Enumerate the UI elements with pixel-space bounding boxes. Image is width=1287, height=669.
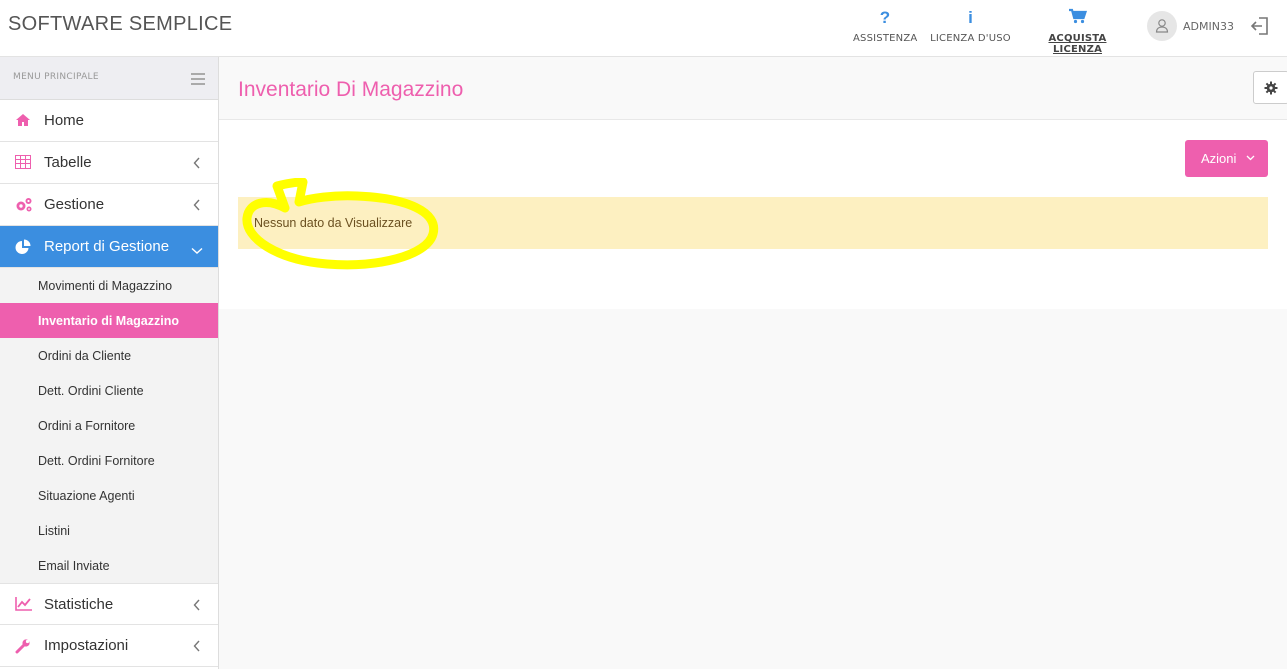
sidebar-item-label: Tabelle [44,154,92,171]
avatar[interactable] [1147,11,1177,41]
content-header: Inventario Di Magazzino [219,57,1287,120]
sidebar-item-label: Statistiche [44,596,114,613]
app-brand[interactable]: SOFTWARE SEMPLICE [8,13,232,36]
nav-acquista-label: ACQUISTA LICENZA [1048,33,1107,55]
nav-assistenza-label: ASSISTENZA [853,33,918,44]
pie-chart-icon [15,239,31,259]
submenu-item-label: Movimenti di Magazzino [38,279,173,293]
submenu-item-ordini-cliente[interactable]: Ordini da Cliente [0,338,218,373]
chevron-left-icon [193,197,201,215]
info-icon: i [968,8,973,27]
line-chart-icon [15,597,33,615]
sidebar-item-gestione[interactable]: Gestione [0,184,218,226]
table-icon [15,155,31,173]
logout-icon[interactable] [1250,16,1270,40]
submenu-item-label: Situazione Agenti [38,489,135,503]
question-icon: ? [879,8,891,27]
sidebar-item-label: Home [44,112,85,129]
sidebar-item-home[interactable]: Home [0,100,218,142]
nav-assistenza[interactable]: ? ASSISTENZA [853,8,917,48]
sidebar-title: MENU PRINCIPALE [13,72,99,82]
chevron-left-icon [193,597,201,615]
home-icon [15,113,31,131]
settings-button[interactable] [1253,71,1287,104]
top-bar: SOFTWARE SEMPLICE ? ASSISTENZA i LICENZA… [0,0,1287,57]
submenu-item-label: Dett. Ordini Cliente [38,384,144,398]
sidebar-item-impostazioni[interactable]: Impostazioni [0,625,218,667]
nav-licenza[interactable]: i LICENZA D'USO [929,8,1012,48]
sidebar-item-label: Report di Gestione [44,238,170,255]
submenu-item-label: Dett. Ordini Fornitore [38,454,155,468]
sidebar: MENU PRINCIPALE Home Tabelle Gestione Re… [0,57,219,669]
nav-acquista-licenza[interactable]: ACQUISTA LICENZA [1024,8,1131,55]
submenu-item-label: Email Inviate [38,559,110,573]
hamburger-icon[interactable] [191,73,205,88]
azioni-dropdown-button[interactable]: Azioni [1185,140,1268,177]
chevron-left-icon [193,155,201,173]
sidebar-header: MENU PRINCIPALE [0,57,218,100]
submenu-item-inventario[interactable]: Inventario di Magazzino [0,303,218,338]
page-title: Inventario Di Magazzino [238,78,464,101]
user-icon [1155,19,1169,33]
wrench-icon [15,638,31,658]
cart-icon [1024,8,1131,28]
chevron-left-icon [193,638,201,656]
sidebar-item-label: Impostazioni [44,637,129,654]
gears-icon [15,197,33,217]
submenu-item-dett-ordini-cliente[interactable]: Dett. Ordini Cliente [0,373,218,408]
empty-data-alert: Nessun dato da Visualizzare [238,197,1268,249]
submenu-item-movimenti[interactable]: Movimenti di Magazzino [0,268,218,303]
submenu-item-label: Inventario di Magazzino [38,314,179,328]
submenu-item-listini[interactable]: Listini [0,513,218,548]
azioni-label: Azioni [1201,151,1237,166]
sidebar-item-label: Gestione [44,196,105,213]
submenu-item-situazione-agenti[interactable]: Situazione Agenti [0,478,218,513]
chevron-down-icon [1246,155,1255,161]
gear-icon [1264,81,1278,95]
submenu-item-email-inviate[interactable]: Email Inviate [0,548,218,583]
username[interactable]: ADMIN33 [1183,20,1234,33]
submenu-item-label: Ordini a Fornitore [38,419,136,433]
sidebar-item-statistiche[interactable]: Statistiche [0,583,218,625]
sidebar-item-tabelle[interactable]: Tabelle [0,142,218,184]
submenu-item-label: Listini [38,524,70,538]
alert-message: Nessun dato da Visualizzare [254,216,413,230]
submenu-item-dett-ordini-fornitore[interactable]: Dett. Ordini Fornitore [0,443,218,478]
submenu-item-ordini-fornitore[interactable]: Ordini a Fornitore [0,408,218,443]
content-panel: Azioni Nessun dato da Visualizzare [219,120,1287,309]
submenu-item-label: Ordini da Cliente [38,349,132,363]
nav-licenza-label: LICENZA D'USO [930,33,1011,44]
sidebar-item-report-di-gestione[interactable]: Report di Gestione [0,226,218,268]
chevron-down-icon [191,241,203,259]
